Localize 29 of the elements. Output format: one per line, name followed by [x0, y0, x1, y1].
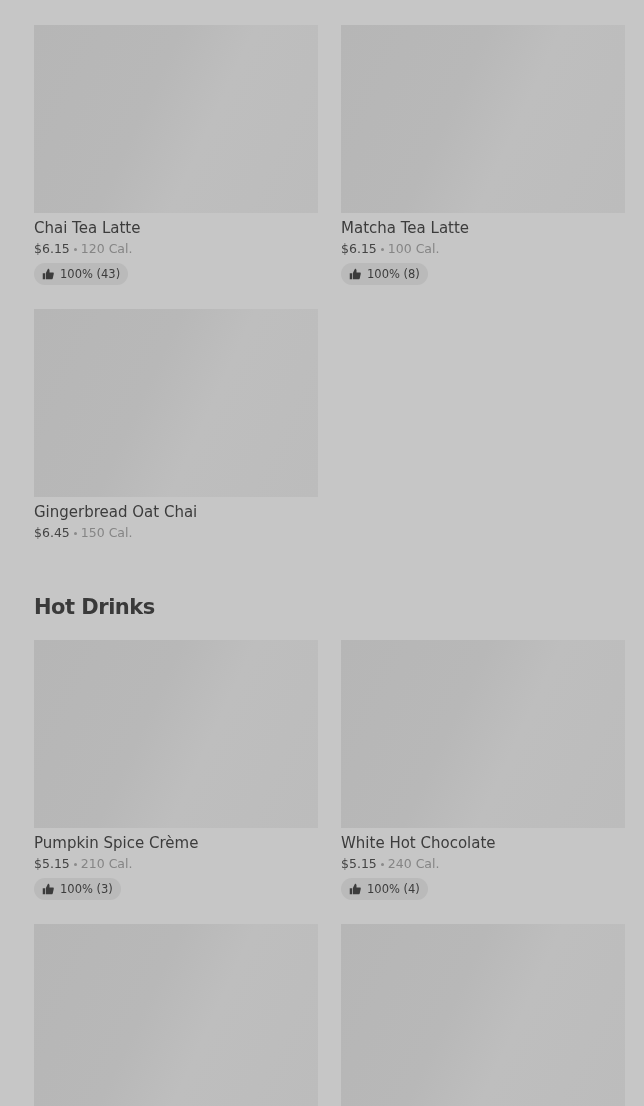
item-price: $6.45 [34, 524, 70, 542]
item-price: $6.15 [341, 240, 377, 258]
separator-dot-icon [380, 247, 384, 251]
rating-badge: 100% (3) [34, 878, 121, 900]
item-calories: 100 Cal. [387, 240, 440, 258]
item-calories: 240 Cal. [387, 855, 440, 873]
item-calories: 150 Cal. [80, 524, 133, 542]
separator-dot-icon [73, 531, 77, 535]
separator-dot-icon [73, 862, 77, 866]
item-name: Pumpkin Spice Crème [34, 833, 200, 853]
rating-badge: 100% (43) [34, 263, 129, 285]
thumbs-up-icon [349, 268, 361, 280]
section-heading: Hot Drinks [34, 594, 156, 621]
item-name: Gingerbread Oat Chai [34, 502, 199, 522]
thumbs-up-icon [42, 883, 54, 895]
rating-badge: 100% (8) [341, 263, 428, 285]
rating-badge: 100% (4) [341, 878, 428, 900]
thumbs-up-icon [349, 883, 361, 895]
item-price: $5.15 [34, 855, 70, 873]
item-name: White Hot Chocolate [341, 833, 497, 853]
item-price: $6.15 [34, 240, 70, 258]
item-price: $5.15 [341, 855, 377, 873]
item-calories: 120 Cal. [80, 240, 133, 258]
item-calories: 210 Cal. [80, 855, 133, 873]
separator-dot-icon [73, 247, 77, 251]
thumbs-up-icon [42, 268, 54, 280]
separator-dot-icon [380, 862, 384, 866]
item-name: Matcha Tea Latte [341, 218, 471, 238]
item-name: Chai Tea Latte [34, 218, 142, 238]
